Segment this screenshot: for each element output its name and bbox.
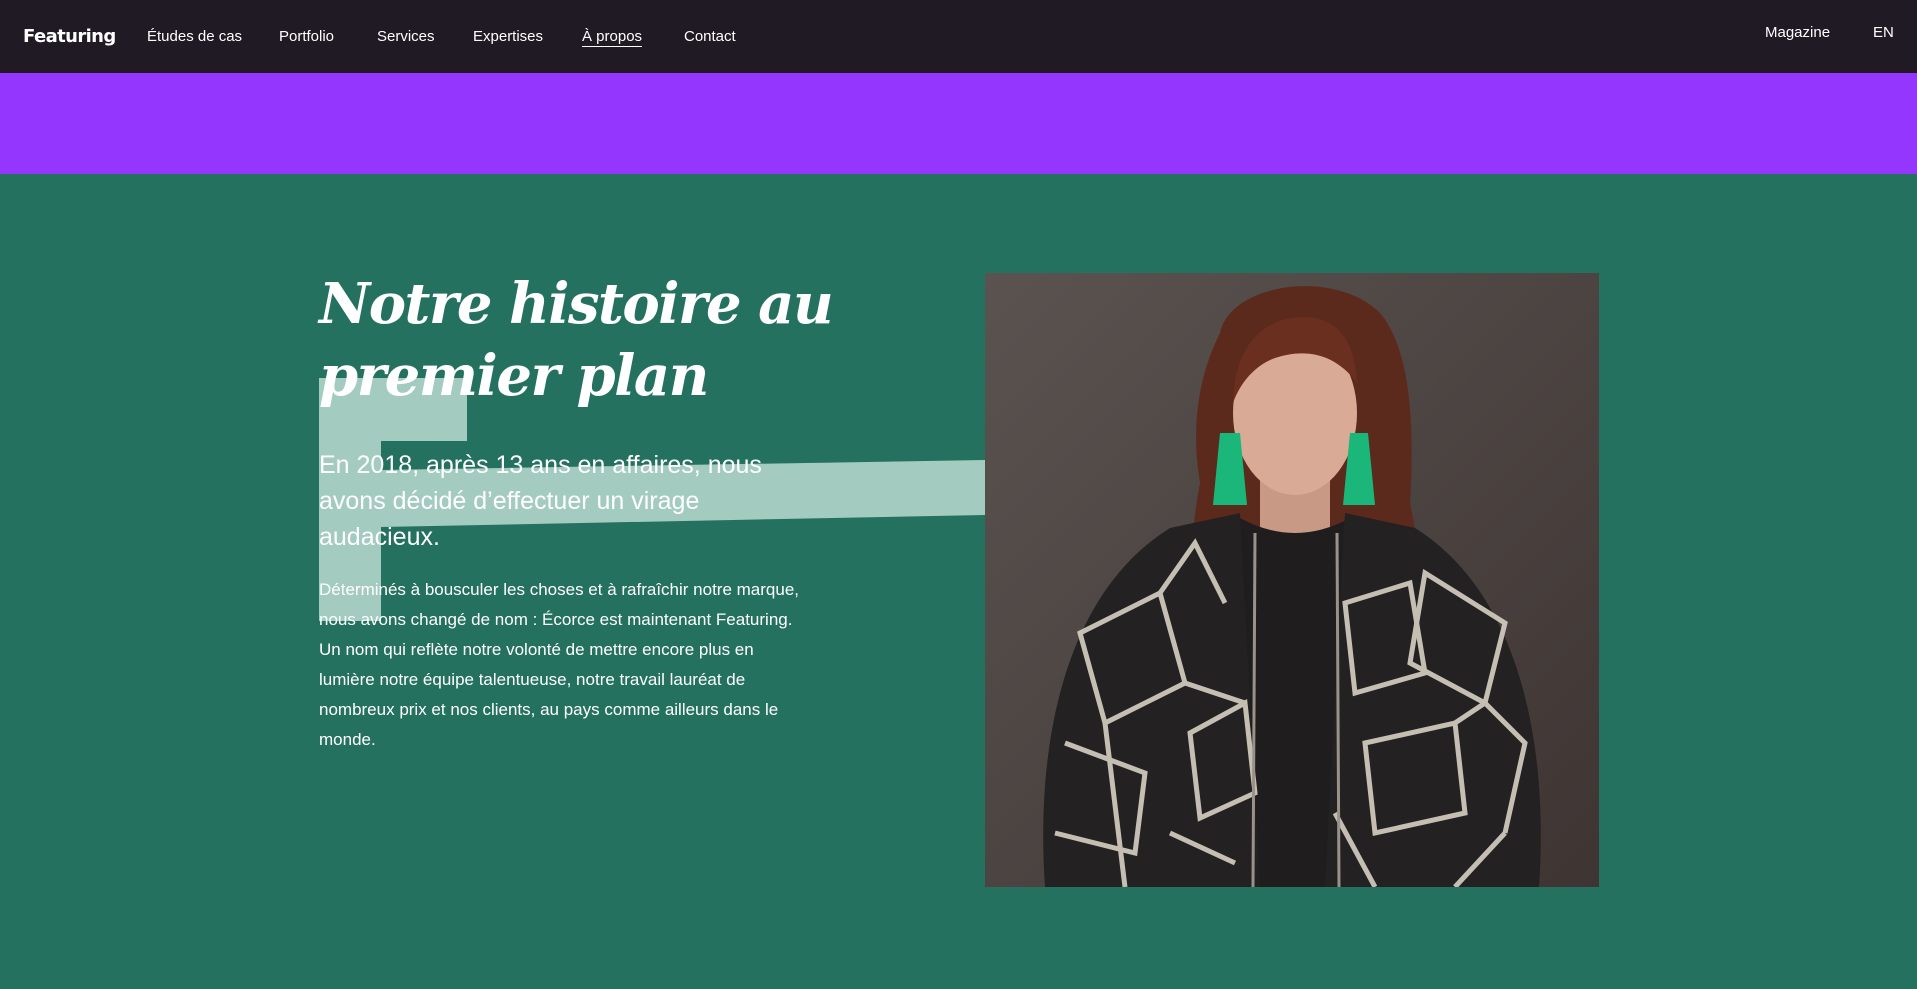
accent-band bbox=[0, 73, 1917, 174]
nav-link-contact[interactable]: Contact bbox=[684, 28, 736, 45]
nav-link-portfolio[interactable]: Portfolio bbox=[279, 28, 334, 45]
story-body: Déterminés à bousculer les choses et à r… bbox=[319, 580, 800, 749]
nav-link-a-propos[interactable]: À propos bbox=[582, 28, 643, 47]
nav-link-etudes-de-cas[interactable]: Études de cas bbox=[147, 28, 242, 45]
nav-link-expertises[interactable]: Expertises bbox=[473, 28, 543, 45]
featuring-logo[interactable]: Featuring bbox=[23, 26, 116, 47]
language-switch[interactable]: EN bbox=[1873, 24, 1894, 41]
top-navigation: Featuring Études de cas Portfolio Servic… bbox=[0, 0, 1917, 73]
page-title: Notre histoire au premier plan bbox=[319, 271, 834, 409]
magazine-link[interactable]: Magazine bbox=[1765, 24, 1830, 41]
team-portrait-photo bbox=[985, 273, 1599, 887]
story-lead: En 2018, après 13 ans en affaires, nous … bbox=[319, 451, 762, 551]
nav-link-services[interactable]: Services bbox=[377, 28, 435, 45]
